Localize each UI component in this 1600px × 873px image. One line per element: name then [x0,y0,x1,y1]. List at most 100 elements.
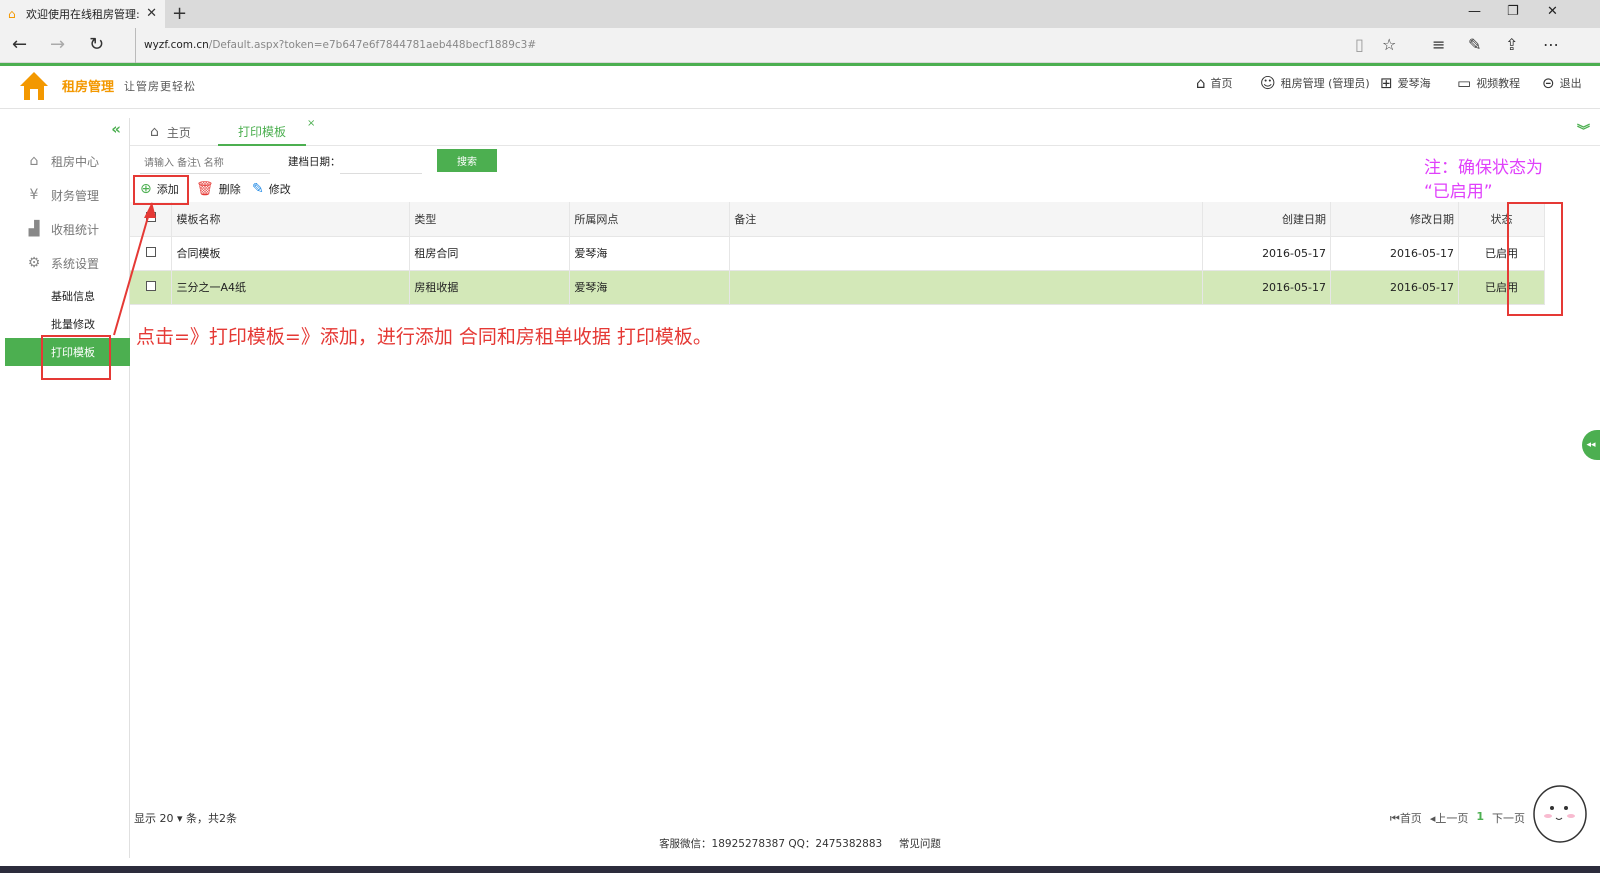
cell-name: 合同模板 [171,236,411,271]
header-logout-label: 退出 [1559,77,1582,90]
tab-print-template[interactable]: 打印模板 [218,118,307,146]
column-header[interactable]: 创建日期 [1202,202,1331,237]
cell-created: 2016-05-17 [1202,236,1331,271]
column-header[interactable]: 备注 [729,202,1204,237]
prev-page-label: 上一页 [1435,812,1469,825]
sidebar-item-label: 租房中心 [51,154,100,169]
gear-icon: ⚙ [27,255,41,271]
header-org-link[interactable]: ⊞ 爱琴海 [1380,74,1431,92]
browser-tab-bar: ⌂ 欢迎使用在线租房管理: ✕ + — ❐ ✕ [0,0,1600,28]
taskbar [0,866,1600,873]
trash-icon: 🗑 [196,181,214,197]
page-summary: 条，共2条 [186,812,238,825]
side-panel-toggle-icon[interactable]: ◂◂ [1582,430,1600,460]
first-page-button[interactable]: ⏮首页 [1390,810,1422,826]
template-table: 模板名称 类型 所属网点 备注 创建日期 修改日期 状态 合同模板 租房合同 爱… [130,202,1546,305]
annotation-note: 注：确保状态为 “已启用” [1424,156,1543,204]
minimize-icon[interactable]: — [1468,4,1481,19]
expand-down-icon[interactable]: ︾ [1577,120,1590,139]
url-host: wyzf.com.cn [144,39,209,51]
search-input[interactable] [140,154,270,174]
annotation-box-status [1507,202,1563,316]
close-tab-icon[interactable]: ✕ [146,6,157,21]
forward-icon[interactable]: → [50,34,65,55]
cell-branch: 爱琴海 [569,270,731,305]
date-label: 建档日期： [288,156,341,168]
new-tab-icon[interactable]: + [172,3,187,24]
cell-name: 三分之一A4纸 [171,270,411,305]
browser-tab[interactable]: ⌂ 欢迎使用在线租房管理: ✕ [0,0,165,28]
footer: 客服微信：18925278387 QQ：2475382883 常见问题 [0,836,1600,851]
content-tabs: ⌂ 主页 打印模板 × ︾ [130,118,1600,146]
date-field[interactable] [340,154,422,174]
url-field[interactable]: wyzf.com.cn/Default.aspx?token=e7b647e6f… [135,28,536,63]
header-logout-link[interactable]: ⊝ 退出 [1542,74,1582,92]
annotation-note-line1: 注：确保状态为 [1424,158,1543,178]
sidebar-item-label: 系统设置 [51,256,100,271]
app-header: 租房管理 让管房更轻松 ⌂ 首页 ☺ 租房管理 (管理员) ⊞ 爱琴海 ▭ 视频… [0,66,1600,109]
header-org-label: 爱琴海 [1397,77,1431,90]
restore-icon[interactable]: ❐ [1507,4,1519,19]
footer-service: 客服微信：18925278387 QQ：2475382883 [659,838,883,850]
annotation-box-print-template [41,335,111,380]
table-row[interactable]: 三分之一A4纸 房租收据 爱琴海 2016-05-17 2016-05-17 已… [130,270,1546,305]
web-note-icon[interactable]: ✎ [1468,35,1481,54]
bar-chart-icon: ▟ [28,221,40,237]
delete-label: 删除 [218,183,241,196]
page-size-select[interactable]: 20 [160,812,174,825]
close-window-icon[interactable]: ✕ [1547,4,1558,19]
prev-page-button[interactable]: ◂上一页 [1430,810,1469,826]
table-row[interactable]: 合同模板 租房合同 爱琴海 2016-05-17 2016-05-17 已启用 [130,236,1546,271]
page-size-prefix: 显示 [134,812,156,825]
mascot-icon [1533,785,1587,843]
back-icon[interactable]: ← [12,34,27,55]
current-page[interactable]: 1 [1476,810,1484,826]
next-page-button[interactable]: 下一页 [1492,810,1525,826]
home-icon: ⌂ [29,153,39,169]
refresh-icon[interactable]: ↻ [89,34,104,55]
cell-remark [729,236,1204,271]
house-favicon-icon: ⌂ [8,7,16,21]
delete-button[interactable]: 🗑 删除 [196,178,241,200]
column-header[interactable]: 类型 [409,202,571,237]
close-tab-icon[interactable]: × [307,118,315,129]
header-home-label: 首页 [1210,77,1233,90]
chevron-down-icon[interactable]: ▾ [177,812,183,825]
column-header[interactable]: 修改日期 [1330,202,1459,237]
edit-label: 修改 [268,183,291,196]
search-button[interactable]: 搜索 [437,149,497,172]
sidebar-item-label: 财务管理 [51,188,100,203]
tab-home-label: 主页 [166,125,191,140]
header-home-link[interactable]: ⌂ 首页 [1196,74,1233,92]
main-content: ⌂ 主页 打印模板 × ︾ 建档日期： 搜索 ⊕ 添加 🗑 删除 ✎ 修改 模板… [130,118,1600,858]
page-size-info: 显示 20 ▾ 条，共2条 [134,810,237,826]
hub-icon[interactable]: ≡ [1432,35,1445,54]
sidebar-item-label: 收租统计 [51,222,100,237]
cell-branch: 爱琴海 [569,236,731,271]
collapse-sidebar-icon[interactable]: « [111,120,121,138]
header-user-label: 租房管理 (管理员) [1280,77,1370,90]
address-bar: ← → ↻ wyzf.com.cn/Default.aspx?token=e7b… [0,28,1600,63]
more-icon[interactable]: ⋯ [1543,35,1559,54]
share-icon[interactable]: ⇪ [1505,35,1518,54]
column-header[interactable]: 模板名称 [171,202,411,237]
slogan: 让管房更轻松 [124,80,196,93]
column-header[interactable]: 所属网点 [569,202,731,237]
sidebar-item-rent-center[interactable]: ⌂ 租房中心 [5,148,130,174]
reading-view-icon[interactable]: ▯ [1355,35,1364,54]
favorite-star-icon[interactable]: ☆ [1382,35,1396,54]
cell-modified: 2016-05-17 [1330,270,1459,305]
brand-name: 租房管理 [62,80,115,95]
tab-home[interactable]: ⌂ 主页 [150,118,191,146]
cell-created: 2016-05-17 [1202,270,1331,305]
video-icon: ▭ [1457,74,1472,92]
logout-icon: ⊝ [1542,74,1555,92]
footer-faq-link[interactable]: 常见问题 [899,838,941,850]
house-logo-icon [20,72,48,100]
header-video-link[interactable]: ▭ 视频教程 [1457,74,1520,92]
home-outline-icon: ⌂ [150,124,159,140]
edit-button[interactable]: ✎ 修改 [252,178,291,200]
annotation-note-line2: “已启用” [1424,182,1493,202]
header-user-link[interactable]: ☺ 租房管理 (管理员) [1260,74,1370,92]
annotation-arrow-icon [113,202,156,336]
